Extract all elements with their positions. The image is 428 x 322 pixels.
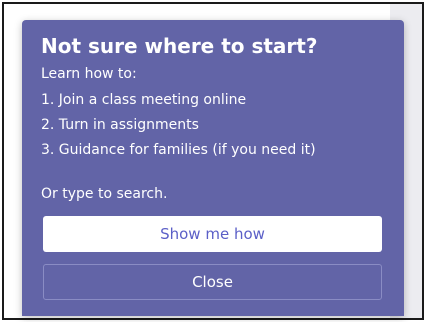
coachmark-popup: Not sure where to start? Learn how to: 1… bbox=[22, 20, 404, 316]
popup-title: Not sure where to start? bbox=[41, 34, 318, 58]
step-turn-in-assignments: 2. Turn in assignments bbox=[41, 117, 199, 133]
close-button[interactable]: Close bbox=[43, 264, 382, 300]
step-join-class-meeting: 1. Join a class meeting online bbox=[41, 92, 247, 108]
step-guidance-for-families: 3. Guidance for families (if you need it… bbox=[41, 142, 316, 158]
search-hint: Or type to search. bbox=[41, 186, 168, 202]
popup-intro: Learn how to: bbox=[41, 66, 137, 82]
show-me-how-button[interactable]: Show me how bbox=[43, 216, 382, 252]
